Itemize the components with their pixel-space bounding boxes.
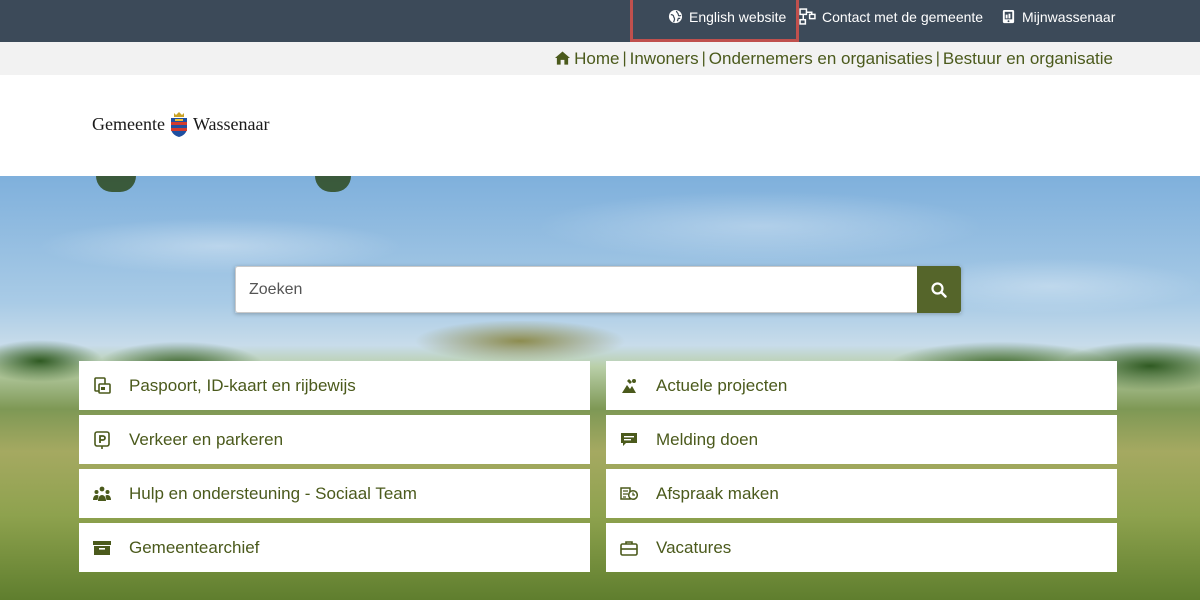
municipality-logo[interactable]: Gemeente Wassenaar (92, 108, 269, 140)
tile-verkeer[interactable]: Verkeer en parkeren (79, 415, 590, 464)
contact-link[interactable]: Contact met de gemeente (799, 0, 983, 33)
nav-bestuur[interactable]: Bestuur en organisatie (943, 49, 1113, 69)
search-button[interactable] (917, 266, 961, 313)
logo-text-right: Wassenaar (192, 113, 270, 134)
search-input[interactable] (235, 266, 917, 313)
tile-hulp[interactable]: Hulp en ondersteuning - Sociaal Team (79, 469, 590, 518)
globe-icon (668, 9, 683, 24)
tile-label: Vacatures (656, 537, 732, 557)
tile-label: Afspraak maken (656, 483, 779, 503)
tile-afspraak[interactable]: Afspraak maken (606, 469, 1117, 518)
logo-text-left: Gemeente (92, 113, 165, 134)
contact-label: Contact met de gemeente (822, 8, 984, 25)
id-card-icon (93, 376, 111, 395)
tile-label: Paspoort, ID-kaart en rijbewijs (129, 375, 356, 395)
search-bar (235, 266, 961, 313)
appointment-icon (620, 485, 638, 503)
main-navigation: Home | Inwoners | Ondernemers en organis… (0, 42, 1200, 75)
network-icon (799, 8, 816, 25)
nav-inwoners[interactable]: Inwoners (630, 49, 699, 69)
message-icon (620, 431, 638, 449)
tile-paspoort[interactable]: Paspoort, ID-kaart en rijbewijs (79, 361, 590, 410)
search-icon (931, 281, 947, 298)
english-website-label: English website (689, 8, 787, 25)
mijnwassenaar-link[interactable]: Mijnwassenaar (1001, 0, 1115, 33)
parking-icon (93, 430, 111, 449)
mijnwassenaar-label: Mijnwassenaar (1022, 8, 1116, 25)
home-icon (555, 50, 571, 65)
nav-separator: | (935, 49, 940, 67)
tablet-icon (1002, 9, 1015, 24)
tile-label: Melding doen (656, 429, 759, 449)
nav-ondernemers[interactable]: Ondernemers en organisaties (709, 49, 933, 69)
tile-actuele-projecten[interactable]: Actuele projecten (606, 361, 1117, 410)
tile-label: Hulp en ondersteuning - Sociaal Team (129, 483, 417, 503)
tile-label: Actuele projecten (656, 375, 788, 395)
team-icon (93, 485, 111, 503)
english-website-link[interactable]: English website (668, 0, 786, 33)
tile-melding[interactable]: Melding doen (606, 415, 1117, 464)
tile-label: Gemeentearchief (129, 537, 260, 557)
nav-separator: | (622, 49, 627, 67)
nav-home-label: Home (574, 48, 620, 68)
top-utility-bar: English website Contact met de gemeente … (0, 0, 1200, 42)
tile-gemeentearchief[interactable]: Gemeentearchief (79, 523, 590, 572)
tile-label: Verkeer en parkeren (129, 429, 284, 449)
briefcase-icon (620, 539, 638, 557)
coat-of-arms-icon (170, 112, 187, 137)
nav-home[interactable]: Home (555, 49, 619, 69)
projects-icon (620, 377, 638, 395)
tile-vacatures[interactable]: Vacatures (606, 523, 1117, 572)
archive-icon (93, 539, 111, 557)
nav-separator: | (701, 49, 706, 67)
